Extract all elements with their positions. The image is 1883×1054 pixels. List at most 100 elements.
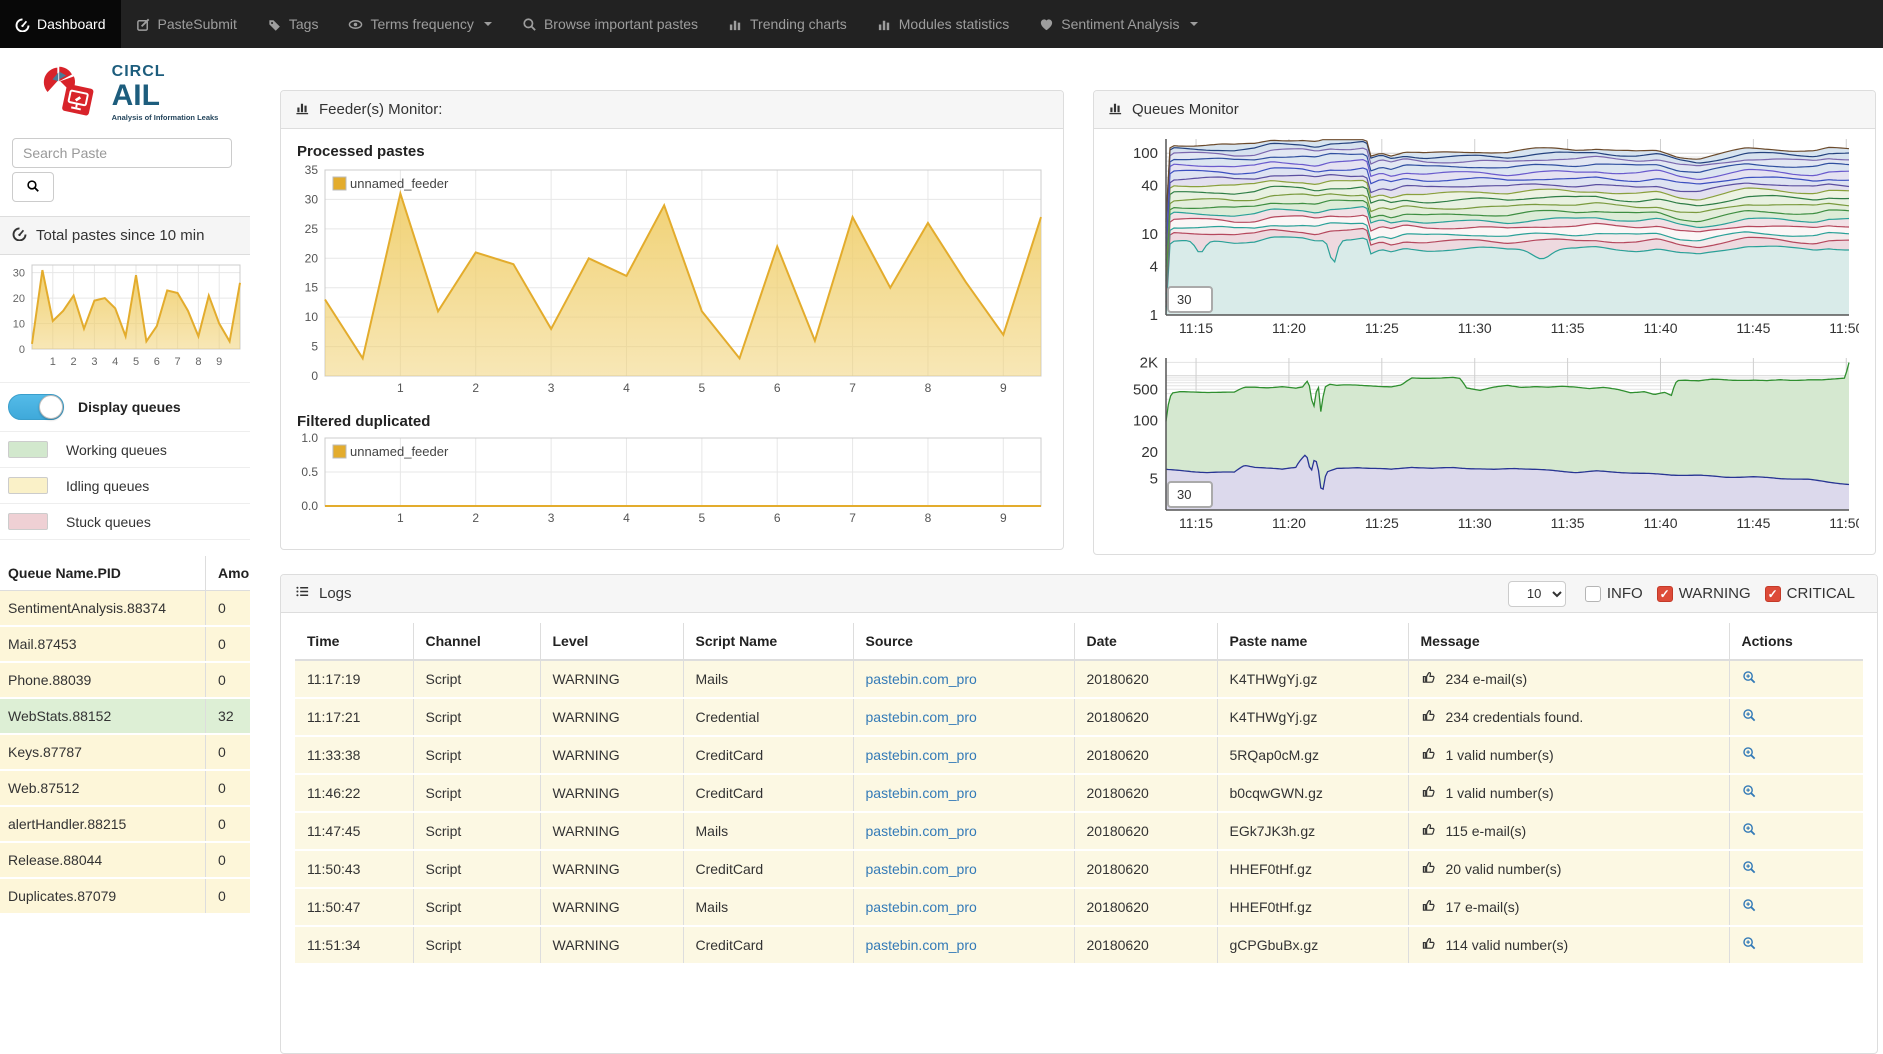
gauge-icon (15, 17, 30, 32)
nav-item-terms-frequency[interactable]: Terms frequency (333, 0, 506, 48)
search-plus-icon[interactable] (1742, 710, 1757, 726)
search-paste-input[interactable] (12, 138, 232, 168)
queue-row-duplicates-87079[interactable]: Duplicates.87079 0 (0, 878, 250, 914)
logs-header-date: Date (1074, 623, 1217, 660)
svg-text:6: 6 (774, 511, 781, 525)
source-link[interactable]: pastebin.com_pro (866, 709, 977, 725)
filtered-duplicated-chart: 0.00.51.0123456789unnamed_feeder (295, 432, 1047, 532)
svg-text:5: 5 (311, 340, 318, 354)
roll-period-input-top[interactable]: 30 (1167, 286, 1213, 313)
svg-text:11:40: 11:40 (1643, 515, 1677, 531)
search-plus-icon[interactable] (1742, 672, 1757, 688)
svg-text:2: 2 (472, 381, 479, 395)
nav-item-modules-statistics[interactable]: Modules statistics (862, 0, 1024, 48)
source-link[interactable]: pastebin.com_pro (866, 671, 977, 687)
source-link[interactable]: pastebin.com_pro (866, 861, 977, 877)
filter-checkbox[interactable]: ✓ (1657, 586, 1673, 602)
queue-row-webstats-88152[interactable]: WebStats.88152 32 (0, 698, 250, 734)
svg-text:25: 25 (305, 222, 319, 236)
queue-row-keys-87787[interactable]: Keys.87787 0 (0, 734, 250, 770)
source-link[interactable]: pastebin.com_pro (866, 785, 977, 801)
log-level-filter-info[interactable]: INFO (1585, 585, 1643, 602)
svg-text:unnamed_feeder: unnamed_feeder (350, 176, 449, 191)
svg-text:11:35: 11:35 (1551, 515, 1585, 531)
nav-item-sentiment-analysis[interactable]: Sentiment Analysis (1024, 0, 1212, 48)
circl-ail-logo: CIRCL AIL Analysis of Information Leaks (0, 48, 250, 132)
total-pastes-chart-wrap: 0102030123456789 (0, 255, 250, 383)
svg-text:30: 30 (305, 192, 319, 206)
logs-heading: Logs 10 INFO ✓ WARNING ✓ CRITICAL (281, 575, 1877, 613)
chevron-down-icon (1190, 22, 1198, 26)
queues-monitor-title: Queues Monitor (1132, 101, 1239, 118)
search-plus-icon[interactable] (1742, 748, 1757, 764)
log-level-filter-critical[interactable]: ✓ CRITICAL (1765, 585, 1855, 602)
queue-table-header-name: Queue Name.PID (0, 556, 206, 591)
roll-period-input-bottom[interactable]: 30 (1167, 481, 1213, 508)
search-plus-icon[interactable] (1742, 900, 1757, 916)
svg-text:7: 7 (849, 381, 856, 395)
svg-text:500: 500 (1133, 381, 1158, 398)
source-link[interactable]: pastebin.com_pro (866, 937, 977, 953)
queue-legend-stuck: Stuck queues (0, 504, 250, 540)
svg-text:1: 1 (397, 511, 404, 525)
tag-icon (267, 17, 282, 32)
svg-text:3: 3 (548, 511, 555, 525)
svg-text:9: 9 (1000, 511, 1007, 525)
search-plus-icon[interactable] (1742, 938, 1757, 954)
logs-page-size-select[interactable]: 10 (1508, 581, 1566, 607)
svg-text:11:15: 11:15 (1179, 515, 1213, 531)
queue-row-phone-88039[interactable]: Phone.88039 0 (0, 662, 250, 698)
log-level-filter-warning[interactable]: ✓ WARNING (1657, 585, 1751, 602)
svg-text:8: 8 (195, 356, 201, 368)
nav-item-pastesubmit[interactable]: PasteSubmit (121, 0, 252, 48)
svg-text:10: 10 (305, 310, 319, 324)
queues-monitor-top-chart: 11:1511:2011:2511:3011:3511:4011:4511:50… (1108, 133, 1859, 349)
nav-item-tags[interactable]: Tags (252, 0, 334, 48)
nav-item-browse-important-pastes[interactable]: Browse important pastes (507, 0, 713, 48)
nav-item-trending-charts[interactable]: Trending charts (713, 0, 862, 48)
gauge-icon (12, 226, 27, 245)
search-plus-icon[interactable] (1742, 786, 1757, 802)
svg-text:20: 20 (1141, 444, 1158, 461)
svg-text:11:25: 11:25 (1365, 320, 1399, 336)
thumbs-up-icon (1421, 784, 1436, 802)
svg-text:11:40: 11:40 (1643, 320, 1677, 336)
log-row: 11:50:43 Script WARNING CreditCard paste… (295, 850, 1863, 888)
queue-row-mail-87453[interactable]: Mail.87453 0 (0, 626, 250, 662)
chevron-down-icon (484, 22, 492, 26)
queue-row-release-88044[interactable]: Release.88044 0 (0, 842, 250, 878)
svg-text:0.5: 0.5 (301, 465, 318, 479)
svg-text:2: 2 (472, 511, 479, 525)
source-link[interactable]: pastebin.com_pro (866, 747, 977, 763)
top-navbar: Dashboard PasteSubmit Tags Terms frequen… (0, 0, 1883, 48)
queue-row-web-87512[interactable]: Web.87512 0 (0, 770, 250, 806)
source-link[interactable]: pastebin.com_pro (866, 823, 977, 839)
source-link[interactable]: pastebin.com_pro (866, 899, 977, 915)
queue-row-alerthandler-88215[interactable]: alertHandler.88215 0 (0, 806, 250, 842)
svg-text:0: 0 (19, 344, 25, 356)
legend-swatch (8, 477, 48, 494)
total-pastes-title: Total pastes since 10 min (36, 227, 204, 244)
queues-monitor-bottom-chart: 11:1511:2011:2511:3011:3511:4011:4511:50… (1108, 354, 1859, 544)
search-button[interactable] (12, 172, 54, 202)
queue-row-sentimentanalysis-88374[interactable]: SentimentAnalysis.88374 0 (0, 591, 250, 627)
log-row: 11:51:34 Script WARNING CreditCard paste… (295, 926, 1863, 964)
nav-item-dashboard[interactable]: Dashboard (0, 0, 121, 48)
search-plus-icon[interactable] (1742, 862, 1757, 878)
display-queues-toggle[interactable] (8, 394, 64, 420)
svg-text:5: 5 (1150, 471, 1158, 488)
svg-text:20: 20 (13, 293, 25, 305)
logs-header-paste-name: Paste name (1217, 623, 1408, 660)
search-plus-icon[interactable] (1742, 824, 1757, 840)
svg-text:6: 6 (774, 381, 781, 395)
svg-text:1.0: 1.0 (301, 432, 318, 445)
thumbs-up-icon (1421, 746, 1436, 764)
svg-text:0: 0 (311, 369, 318, 383)
filter-checkbox[interactable]: ✓ (1765, 586, 1781, 602)
logs-header-time: Time (295, 623, 413, 660)
queue-table-header-amount: Amount (206, 556, 250, 591)
svg-text:40: 40 (1141, 177, 1158, 194)
logs-header-level: Level (540, 623, 683, 660)
queue-legend-working: Working queues (0, 432, 250, 468)
filter-checkbox[interactable] (1585, 586, 1601, 602)
